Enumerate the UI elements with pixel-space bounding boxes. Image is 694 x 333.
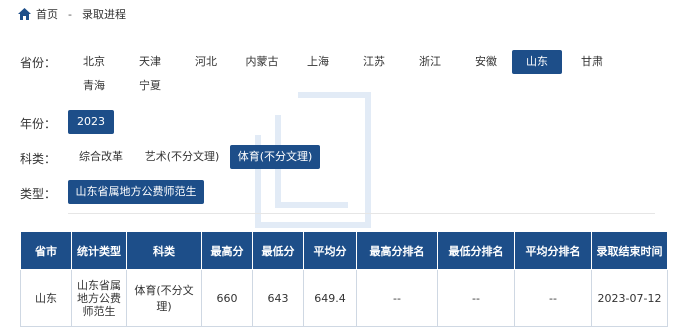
cell-avg-score: 649.4 <box>303 269 357 327</box>
cell-min-rank: -- <box>437 269 515 327</box>
province-option-qinghai[interactable]: 青海 <box>70 74 118 98</box>
column-header-stat-type: 统计类型 <box>71 232 127 270</box>
cell-province: 山东 <box>20 269 72 327</box>
province-option-hebei[interactable]: 河北 <box>182 50 230 74</box>
province-option-tianjin[interactable]: 天津 <box>126 50 174 74</box>
cell-avg-rank: -- <box>514 269 592 327</box>
province-option-jiangsu[interactable]: 江苏 <box>350 50 398 74</box>
province-option-zhejiang[interactable]: 浙江 <box>406 50 454 74</box>
province-option-shanghai[interactable]: 上海 <box>294 50 342 74</box>
home-icon <box>18 8 31 20</box>
province-option-beijing[interactable]: 北京 <box>70 50 118 74</box>
cell-subject: 体育(不分文理) <box>126 269 202 327</box>
subject-option-sports[interactable]: 体育(不分文理) <box>230 145 320 169</box>
subject-option-art[interactable]: 艺术(不分文理) <box>140 145 224 169</box>
breadcrumb-separator: - <box>68 7 72 21</box>
cell-end-date: 2023-07-12 <box>591 269 668 327</box>
column-header-province: 省市 <box>20 232 72 270</box>
breadcrumb-current: 录取进程 <box>81 8 126 21</box>
year-option-2023[interactable]: 2023 <box>68 110 114 134</box>
column-header-subject: 科类 <box>126 232 202 270</box>
column-header-max-score: 最高分 <box>201 232 253 270</box>
province-option-gansu[interactable]: 甘肃 <box>568 50 616 74</box>
type-label: 类型： <box>20 187 57 201</box>
column-header-min-rank: 最低分排名 <box>437 232 515 270</box>
breadcrumb: 首页 - 录取进程 <box>18 6 126 22</box>
type-option-normal-student[interactable]: 山东省属地方公费师范生 <box>68 180 204 204</box>
subject-label: 科类： <box>20 152 57 166</box>
column-header-max-rank: 最高分排名 <box>356 232 438 270</box>
cell-stat-type: 山东省属地方公费师范生 <box>71 269 127 327</box>
subject-option-comprehensive[interactable]: 综合改革 <box>68 145 134 169</box>
column-header-avg-rank: 平均分排名 <box>514 232 592 270</box>
cell-max-score: 660 <box>201 269 253 327</box>
column-header-avg-score: 平均分 <box>303 232 357 270</box>
column-header-min-score: 最低分 <box>252 232 304 270</box>
admission-table: 省市 统计类型 科类 最高分 最低分 平均分 最高分排名 最低分排名 平均分排名… <box>20 232 668 327</box>
column-header-end-date: 录取结束时间 <box>591 232 668 270</box>
table-header-row: 省市 统计类型 科类 最高分 最低分 平均分 最高分排名 最低分排名 平均分排名… <box>20 232 668 270</box>
province-option-neimenggu[interactable]: 内蒙古 <box>238 50 286 74</box>
year-label: 年份： <box>20 117 57 131</box>
table-row: 山东 山东省属地方公费师范生 体育(不分文理) 660 643 649.4 --… <box>20 269 668 327</box>
province-label: 省份： <box>20 56 57 70</box>
province-option-anhui[interactable]: 安徽 <box>462 50 510 74</box>
cell-min-score: 643 <box>252 269 304 327</box>
cell-max-rank: -- <box>356 269 438 327</box>
divider <box>68 213 655 214</box>
province-option-shandong[interactable]: 山东 <box>512 50 562 74</box>
breadcrumb-home-link[interactable]: 首页 <box>36 6 58 22</box>
province-option-ningxia[interactable]: 宁夏 <box>126 74 174 98</box>
